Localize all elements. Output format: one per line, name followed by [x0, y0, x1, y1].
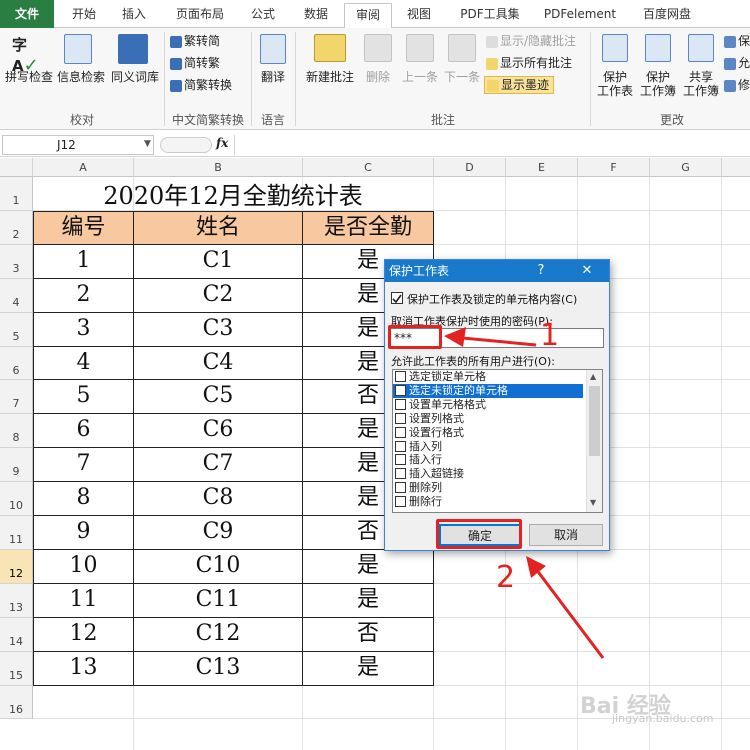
annotation-arrows — [444, 327, 605, 659]
arrow-head-1 — [444, 327, 466, 347]
annotation-number-1: 1 — [540, 318, 560, 353]
arrow-head-2 — [526, 556, 546, 578]
watermark-url: jingyan.baidu.com — [612, 712, 714, 725]
arrow-line-2 — [531, 564, 605, 659]
annotation-number-2: 2 — [496, 560, 516, 595]
arrow-line-1 — [451, 335, 537, 347]
